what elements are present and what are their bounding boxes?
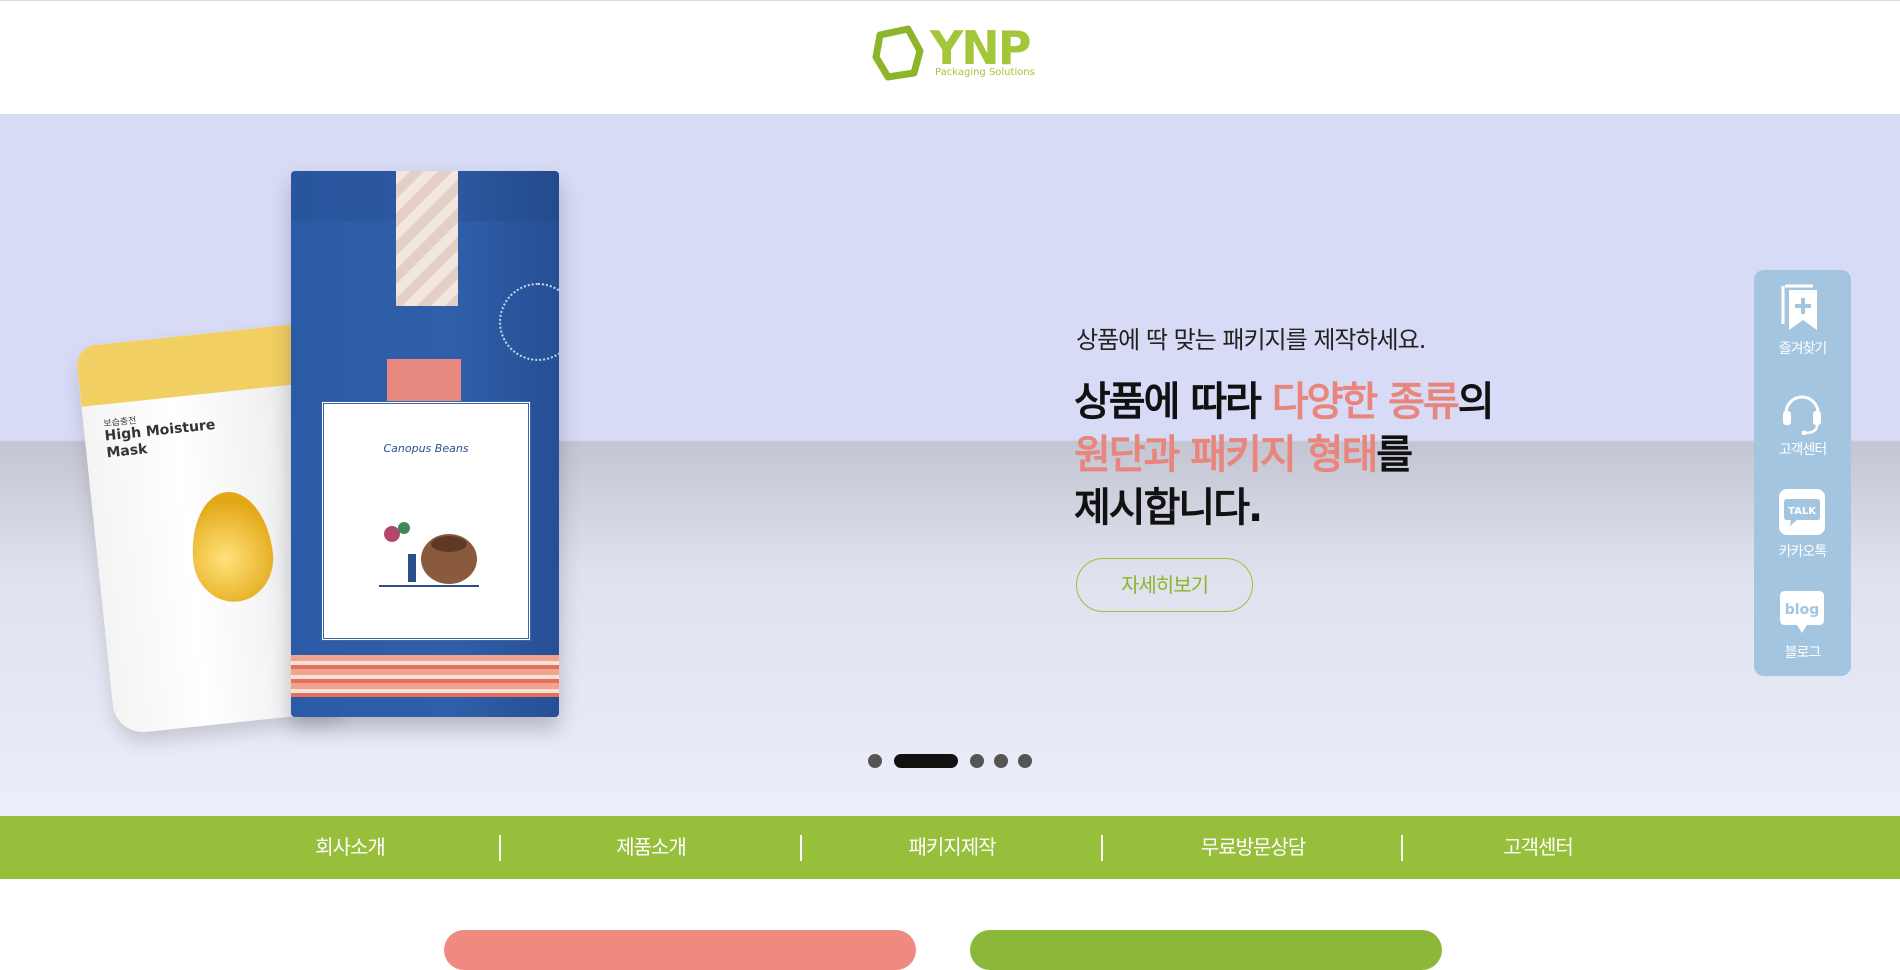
- bag-brand-text: Canopus Beans: [383, 442, 469, 455]
- nav-item-company[interactable]: 회사소개: [200, 816, 500, 879]
- product-coffee-bag-image: Canopus Beans: [291, 171, 559, 717]
- quick-blog[interactable]: blog 블로그: [1754, 574, 1851, 670]
- quick-bookmark[interactable]: 즐겨찾기: [1754, 270, 1851, 366]
- section-button-right[interactable]: [970, 930, 1442, 970]
- kakaotalk-icon: TALK: [1779, 489, 1825, 535]
- coffee-sack-icon: [379, 522, 479, 587]
- quick-kakaotalk-label: 카카오톡: [1778, 544, 1828, 560]
- nav-item-free-consult[interactable]: 무료방문상담: [1103, 816, 1403, 879]
- slider-dot-4[interactable]: [994, 754, 1008, 768]
- section-button-left[interactable]: [444, 930, 916, 970]
- nav-item-products[interactable]: 제품소개: [501, 816, 801, 879]
- blog-icon-text: blog: [1785, 602, 1819, 618]
- logo-text: YNP: [930, 21, 1032, 75]
- slider-dot-3[interactable]: [970, 754, 984, 768]
- main-nav: 회사소개 제품소개 패키지제작 무료방문상담 고객센터: [0, 816, 1900, 879]
- quick-bookmark-label: 즐겨찾기: [1778, 341, 1828, 357]
- hero-headline: 상품에 따라 다양한 종류의 원단과 패키지 형태를 제시합니다.: [1074, 376, 1634, 535]
- kakaotalk-icon-text: TALK: [1788, 506, 1817, 517]
- headline-line1-a: 상품에 따라: [1074, 379, 1272, 425]
- nav-item-customer-center[interactable]: 고객센터: [1403, 816, 1673, 879]
- quick-blog-label: 블로그: [1784, 645, 1822, 661]
- headline-line1-b: 의: [1457, 379, 1495, 425]
- headline-line2-b: 를: [1376, 432, 1413, 478]
- site-logo[interactable]: YNP Packaging Solutions: [870, 21, 1035, 83]
- bag-label: Canopus Beans: [321, 401, 531, 641]
- slider-dot-2[interactable]: [894, 754, 958, 768]
- oil-drop-icon: [186, 487, 278, 606]
- hero-slider: 보습충전 High Moisture Mask Canopus Beans 상품…: [0, 114, 1900, 816]
- slider-dot-5[interactable]: [1018, 754, 1032, 768]
- nav-item-package-making[interactable]: 패키지제작: [802, 816, 1102, 879]
- bookmark-add-icon: [1781, 284, 1817, 330]
- site-header: YNP Packaging Solutions: [0, 1, 1900, 114]
- bag-tape: [396, 171, 458, 306]
- headline-line2-accent: 원단과 패키지 형태: [1074, 432, 1378, 478]
- headline-line3: 제시합니다.: [1074, 485, 1263, 531]
- logo-mark-icon: [872, 25, 924, 81]
- headset-icon: [1783, 395, 1821, 435]
- slider-dot-1[interactable]: [868, 754, 882, 768]
- blog-icon: blog: [1780, 591, 1824, 633]
- more-button[interactable]: 자세히보기: [1076, 558, 1253, 612]
- pouch-band: [75, 323, 311, 407]
- hero-subtitle: 상품에 딱 맞는 패키지를 제작하세요.: [1076, 326, 1426, 354]
- quick-customer-center[interactable]: 고객센터: [1754, 371, 1851, 467]
- bag-waves: [291, 655, 559, 697]
- quick-menu: 즐겨찾기 고객센터 TALK 카카오톡 blog 블로그: [1754, 270, 1851, 676]
- bag-seal-icon: [499, 283, 559, 361]
- logo-subtitle: Packaging Solutions: [935, 67, 1035, 78]
- quick-customer-center-label: 고객센터: [1778, 442, 1828, 458]
- headline-line1-accent: 다양한 종류: [1271, 379, 1460, 425]
- bag-tag: [387, 359, 461, 401]
- quick-kakaotalk[interactable]: TALK 카카오톡: [1754, 473, 1851, 569]
